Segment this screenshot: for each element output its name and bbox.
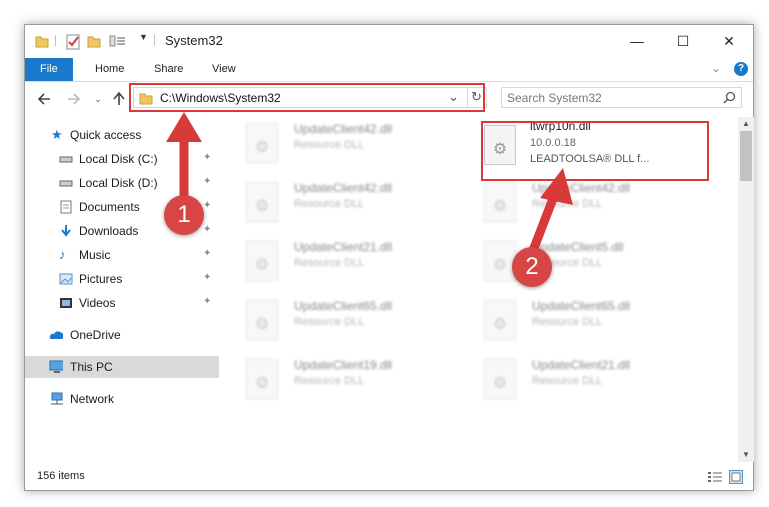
step-badge-1: 1 [164,195,204,235]
arrow-to-target-file [529,168,573,253]
arrow-to-address-bar [166,112,202,201]
annotation-arrows [166,112,573,253]
step-badge-2: 2 [512,247,552,287]
